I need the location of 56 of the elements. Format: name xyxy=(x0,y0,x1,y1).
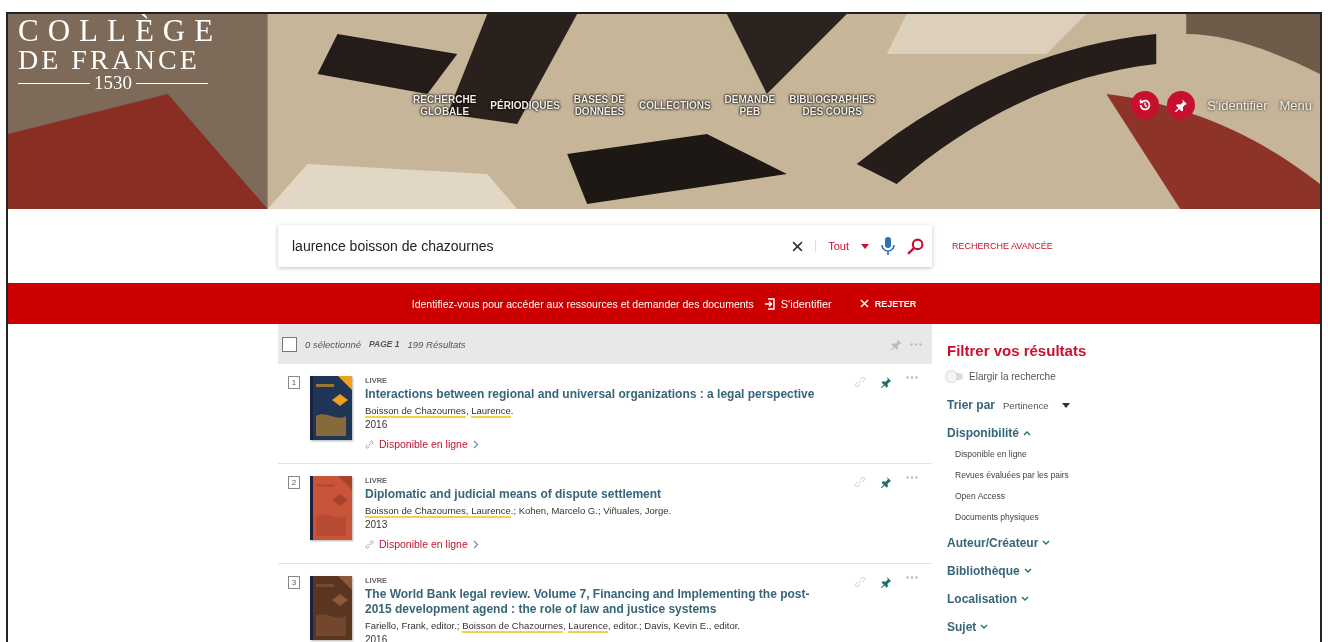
clear-icon[interactable] xyxy=(792,240,804,252)
caret-icon xyxy=(861,243,869,249)
result-title[interactable]: Diplomatic and judicial means of dispute settlement xyxy=(365,487,835,502)
publication-year: 2016 xyxy=(365,419,389,430)
pin-icon[interactable] xyxy=(880,476,892,488)
caret-icon xyxy=(1062,402,1071,408)
chevron-icon xyxy=(1023,430,1031,436)
toggle-switch[interactable] xyxy=(947,373,963,380)
pin-icon[interactable] xyxy=(880,576,892,588)
chevron-icon xyxy=(472,439,479,449)
facet-heading[interactable]: Auteur/Créateur xyxy=(947,536,1267,550)
result-title[interactable]: The World Bank legal review. Volume 7, Financing and Implementing the post-2015 development agend : the role of law and justice systems xyxy=(365,587,835,617)
facet-heading[interactable]: Bibliothèque xyxy=(947,564,1267,578)
sort-label: Trier par xyxy=(947,398,996,412)
facet-option[interactable]: Disponible en ligne xyxy=(955,444,1267,465)
scope-dropdown[interactable]: Tout xyxy=(815,240,869,252)
search-icon[interactable] xyxy=(907,237,924,255)
link-icon xyxy=(365,439,374,449)
availability-link[interactable]: Disponible en ligne xyxy=(379,538,468,550)
publication-year: 2013 xyxy=(365,519,389,530)
chevron-icon xyxy=(1021,596,1029,602)
result-number: 2 xyxy=(288,476,300,489)
advanced-search-link[interactable]: RECHERCHE AVANCÉE xyxy=(952,241,1053,251)
filter-heading: Filtrer vos résultats xyxy=(947,342,1088,359)
availability-link[interactable]: Disponible en ligne xyxy=(379,438,468,450)
link-icon xyxy=(365,539,374,549)
close-icon xyxy=(859,299,869,308)
facet-heading[interactable]: Localisation xyxy=(947,592,1267,606)
result-number: 1 xyxy=(288,376,300,389)
page-label: PAGE 1 xyxy=(369,339,400,349)
facet-heading[interactable]: Sujet xyxy=(947,620,1267,634)
sign-in-icon xyxy=(763,297,775,310)
banner-message: Identifiez-vous pour accéder aux ressources et demander des documents xyxy=(411,297,754,310)
chevron-icon xyxy=(1023,568,1032,574)
toggle-label: Elargir la recherche xyxy=(969,371,1056,382)
pin-icon[interactable] xyxy=(880,376,892,388)
authors: Boisson de Chazournes, Laurence.; Kohen, Marcelo G.; Viñuales, Jorge. xyxy=(365,505,673,516)
results-count: 199 Résultats xyxy=(407,338,466,350)
facet-option[interactable]: Revues évaluées par les pairs xyxy=(955,465,1267,486)
microphone-icon[interactable] xyxy=(881,237,895,255)
selected-count: 0 sélectionné xyxy=(305,338,361,350)
chevron-icon xyxy=(980,624,989,630)
chevron-icon xyxy=(472,539,479,549)
facet-heading[interactable]: Disponibilité xyxy=(947,426,1267,440)
facet-option[interactable]: Documents physiques xyxy=(955,507,1267,528)
chevron-icon xyxy=(1042,540,1051,546)
sort-dropdown[interactable]: Pertinence xyxy=(1003,399,1071,411)
result-title[interactable]: Interactions between regional and universal organizations : a legal perspective xyxy=(365,387,835,402)
search-field[interactable]: laurence boisson de chazournes Tout xyxy=(278,225,932,267)
authors: Fariello, Frank, editor.; Boisson de Chazournes, Laurence, editor.; Davis, Kevin E., editor. xyxy=(365,620,741,631)
dismiss-button[interactable]: REJETER xyxy=(859,298,917,309)
sign-in-link[interactable]: S'identifier xyxy=(763,297,832,310)
result-number: 3 xyxy=(288,576,300,589)
select-all-checkbox[interactable] xyxy=(282,336,297,352)
authors: Boisson de Chazournes, Laurence. xyxy=(365,405,515,416)
facet-option[interactable]: Open Access xyxy=(955,486,1267,507)
